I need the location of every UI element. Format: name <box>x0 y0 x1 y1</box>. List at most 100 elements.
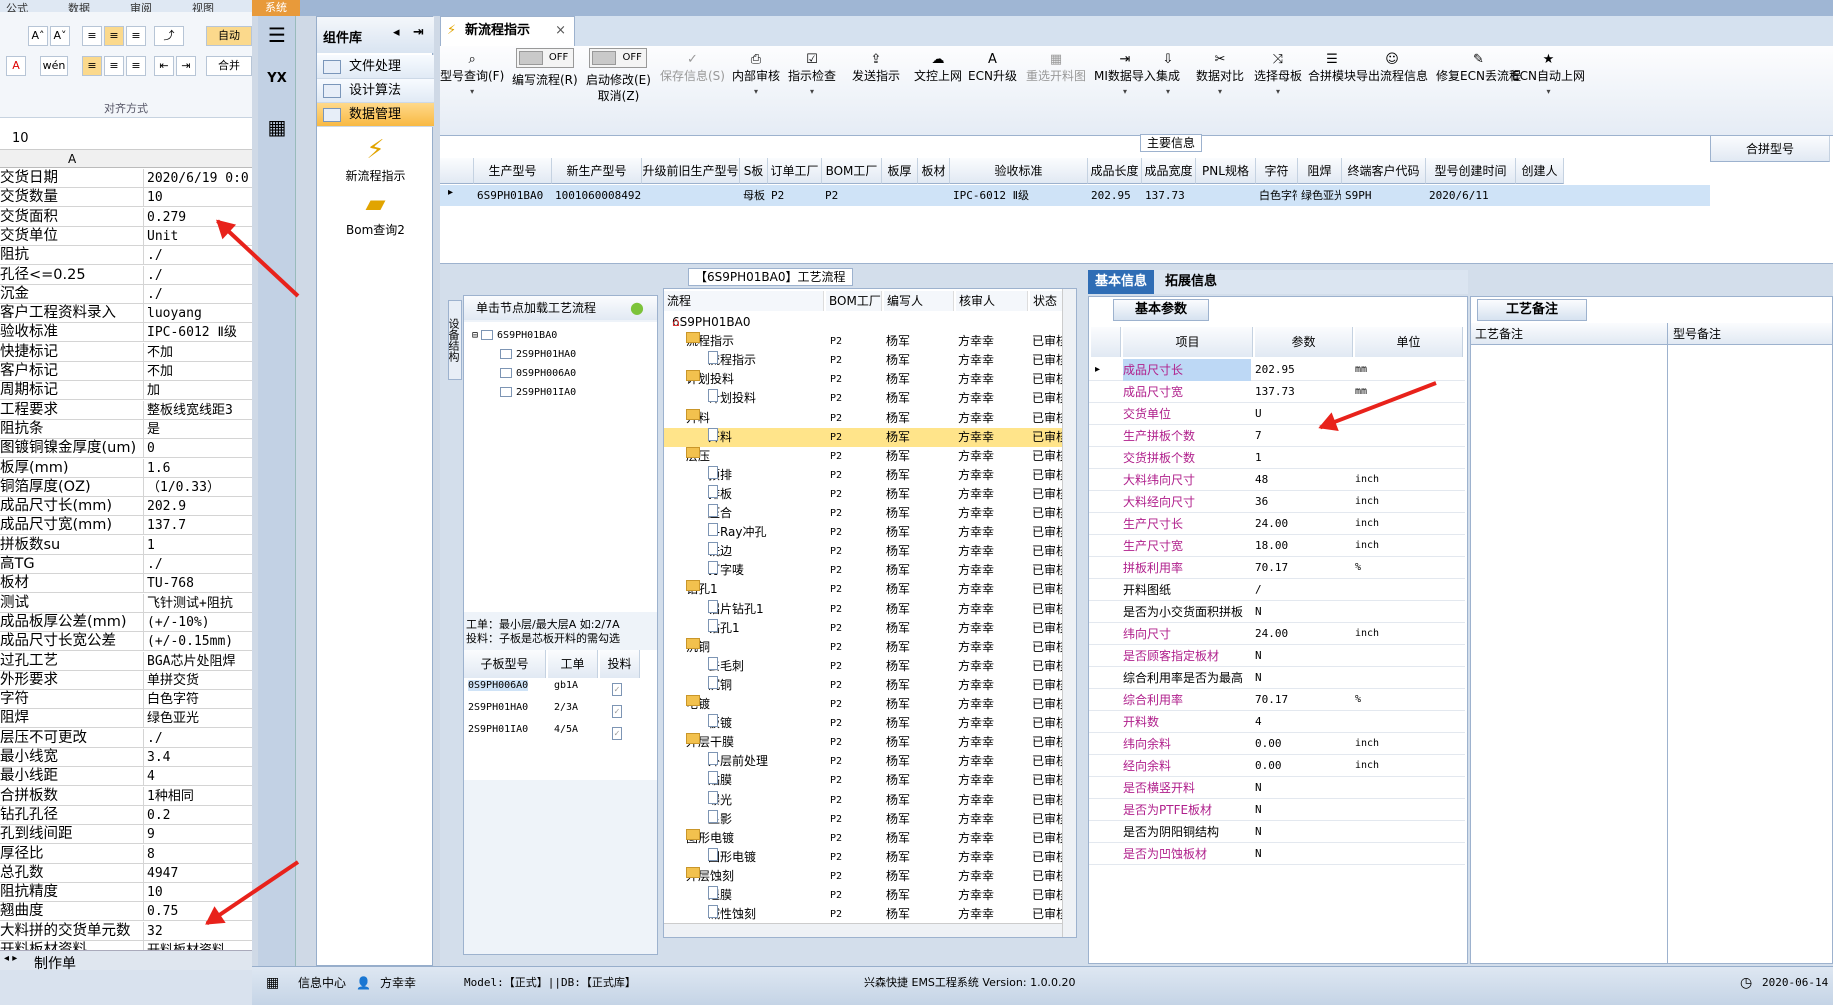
param-value[interactable]: N <box>1255 821 1353 843</box>
table-row[interactable]: 成品尺寸宽(mm) 137.7 <box>0 516 252 536</box>
phonetic-button[interactable]: wén <box>40 56 68 76</box>
param-value[interactable]: 202.95 <box>1255 359 1353 381</box>
param-row[interactable]: 交货单位 U <box>1089 403 1465 425</box>
param-row[interactable]: 开料图纸 / <box>1089 579 1465 601</box>
font-color-button[interactable]: A <box>6 56 26 76</box>
toolbar-button-14[interactable]: ☰ 合拼模块 <box>1308 52 1356 84</box>
table-row[interactable]: 成品尺寸长(mm) 202.9 <box>0 497 252 517</box>
table-row[interactable]: 板厚(mm) 1.6 <box>0 458 252 478</box>
param-value[interactable]: 137.73 <box>1255 381 1353 403</box>
tree-node[interactable]: 2S9PH01IA0 <box>500 387 576 398</box>
table-row[interactable]: 阻抗精度 10 <box>0 883 252 903</box>
param-row[interactable]: 是否为阴阳铜结构 N <box>1089 821 1465 843</box>
toolbar-button-13[interactable]: ⤨ 选择母板 ▾ <box>1254 52 1302 100</box>
table-row[interactable]: 最小线距 4 <box>0 767 252 787</box>
chevron-down-icon[interactable]: ▾ <box>1512 84 1585 100</box>
flow-row[interactable]: 开料 P2 杨军 方幸幸 已审核 <box>664 427 1064 447</box>
align-left-button[interactable]: ≡ <box>82 56 102 76</box>
chevron-down-icon[interactable]: ▾ <box>1094 84 1156 100</box>
param-value[interactable]: 7 <box>1255 425 1353 447</box>
param-row[interactable]: 综合利用率是否为最高 N <box>1089 667 1465 689</box>
bom-query-shortcut[interactable]: ▰ Bom查询2 <box>317 187 434 238</box>
ribbon-tab[interactable]: 公式 <box>6 0 28 12</box>
table-row[interactable]: 阻焊 绿色亚光 <box>0 709 252 729</box>
table-row[interactable]: 总孔数 4947 <box>0 863 252 883</box>
ribbon-tab[interactable]: 视图 <box>192 0 214 12</box>
param-row[interactable]: 生产拼板个数 7 <box>1089 425 1465 447</box>
flow-row[interactable]: 显影 P2 杨军 方幸幸 已审核 <box>664 809 1064 829</box>
param-value[interactable]: 18.00 <box>1255 535 1353 557</box>
sheet-nav-icon[interactable]: ◂ ▸ <box>4 953 17 964</box>
toolbar-button-0[interactable]: ⌕ 型号查询(F) ▾ <box>440 52 504 100</box>
tab-ext-info[interactable]: 拓展信息 <box>1158 270 1224 294</box>
toggle-switch[interactable]: OFF <box>515 48 574 68</box>
table-row[interactable]: 过孔工艺 BGA芯片处阻焊 <box>0 651 252 671</box>
param-row[interactable]: 综合利用率 70.17% <box>1089 689 1465 711</box>
toolbar-button-5[interactable]: ☑ 指示检查 ▾ <box>788 52 836 100</box>
checkbox[interactable] <box>481 330 494 340</box>
calculator-icon[interactable]: ▦ <box>262 112 292 142</box>
flow-row[interactable]: 计划投料 P2 杨军 方幸幸 已审核 <box>664 370 1064 389</box>
flow-row[interactable]: 外层蚀刻 P2 杨军 方幸幸 已审核 <box>664 866 1064 886</box>
checkbox[interactable] <box>500 368 512 378</box>
param-row[interactable]: 经向余料 0.00 inch <box>1089 755 1465 777</box>
flow-row[interactable]: 板镀 P2 杨军 方幸幸 已审核 <box>664 714 1064 733</box>
param-row[interactable]: 是否为凹蚀板材 N <box>1089 843 1465 865</box>
merge-button[interactable]: 合并 <box>206 56 252 76</box>
table-row[interactable]: 周期标记加 <box>0 381 252 401</box>
table-row[interactable]: 交货日期 2020/6/19 0:0 <box>0 169 252 188</box>
flow-grid[interactable]: 流程BOM工厂编写人核审人状态⌂6S9PH01BA0流程指示P2杨军方幸幸已审核… <box>663 288 1077 938</box>
align-top-button[interactable]: ≡ <box>82 26 102 46</box>
toolbar-button-8[interactable]: A ECN升级 <box>968 52 1017 84</box>
flow-row[interactable]: 图形电镀 P2 杨军 方幸幸 已审核 <box>664 828 1064 848</box>
toolbar-button-17[interactable]: ★ ECN自动上网 ▾ <box>1512 52 1585 100</box>
ribbon-tab[interactable]: 审阅 <box>130 0 152 12</box>
toolbar-button-6[interactable]: ⇪ 发送指示 <box>852 52 900 84</box>
tab-new-flow[interactable]: ⚡ 新流程指示 × <box>440 16 575 46</box>
nav-item-data[interactable]: 数据管理 <box>317 103 434 127</box>
flow-row[interactable]: 电镀 P2 杨军 方幸幸 已审核 <box>664 695 1064 714</box>
table-row[interactable]: 板材 TU-768 <box>0 574 252 594</box>
indent-decrease-button[interactable]: ⇤ <box>154 56 174 76</box>
toolbar-button-7[interactable]: ☁ 文控上网 <box>914 52 962 84</box>
flow-row[interactable]: 开料 P2 杨军 方幸幸 已审核 <box>664 408 1064 428</box>
param-value[interactable]: N <box>1255 799 1353 821</box>
close-icon[interactable]: × <box>555 17 566 45</box>
toolbar-button-4[interactable]: ⎙ 内部审核 ▾ <box>732 52 780 100</box>
table-row[interactable]: 高TG ./ <box>0 555 252 574</box>
flow-row[interactable]: 沉铜 P2 杨军 方幸幸 已审核 <box>664 637 1064 657</box>
param-row[interactable]: 是否横竖开料 N <box>1089 777 1465 799</box>
table-row[interactable]: 阻抗 ./ <box>0 246 252 266</box>
flow-row[interactable]: 去毛刺 P2 杨军 方幸幸 已审核 <box>664 656 1064 676</box>
yx-logo-icon[interactable]: YX <box>262 64 292 94</box>
table-row[interactable]: 客户工程资料录入 luoyang <box>0 304 252 324</box>
param-row[interactable]: ▸ 成品尺寸长 202.95 mm <box>1089 359 1465 381</box>
font-shrink-button[interactable]: A˅ <box>50 26 70 46</box>
info-center[interactable]: 信息中心 <box>298 971 346 995</box>
table-row[interactable]: 成品板厚公差(mm) (+/-10%) <box>0 612 252 632</box>
table-row[interactable]: 验收标准 IPC-6012 Ⅱ级 <box>0 323 252 343</box>
param-row[interactable]: 大料纬向尺寸 48 inch <box>1089 469 1465 491</box>
system-tab[interactable]: 系统 <box>252 0 300 16</box>
flow-row[interactable]: 流程指示 P2 杨军 方幸幸 已审核 <box>664 332 1064 351</box>
flow-row[interactable]: 压合 P2 杨军 方幸幸 已审核 <box>664 504 1064 523</box>
ribbon-tab[interactable]: 数据 <box>68 0 90 12</box>
flow-row[interactable]: 流程指示 P2 杨军 方幸幸 已审核 <box>664 351 1064 370</box>
flow-row[interactable]: 打字唛 P2 杨军 方幸幸 已审核 <box>664 561 1064 580</box>
param-value[interactable]: N <box>1255 645 1353 667</box>
wrap-text-button[interactable]: 自动 <box>206 26 252 46</box>
param-row[interactable]: 是否为PTFE板材 N <box>1089 799 1465 821</box>
param-value[interactable]: 1 <box>1255 447 1353 469</box>
pin-icon[interactable]: ⇥ <box>413 25 424 40</box>
scrollbar-vertical[interactable] <box>1062 289 1076 937</box>
table-row[interactable]: 钻孔孔径 0.2 <box>0 805 252 825</box>
param-row[interactable]: 是否顾客指定板材 N <box>1089 645 1465 667</box>
param-value[interactable]: 70.17 <box>1255 557 1353 579</box>
tab-basic-params[interactable]: 基本参数 <box>1113 299 1209 321</box>
chevron-down-icon[interactable]: ▾ <box>732 84 780 100</box>
param-value[interactable]: 36 <box>1255 491 1353 513</box>
table-row[interactable]: 铜箔厚度(OZ) （1/0.33） <box>0 477 252 497</box>
flow-row[interactable]: 曝光 P2 杨军 方幸幸 已审核 <box>664 790 1064 810</box>
table-row[interactable]: 交货数量 10 <box>0 188 252 208</box>
sub-board-grid[interactable]: 子板型号 工单 投料 0S9PH006A0 gb1A ✓ 2S9PH01HA0 2/3A ✓ 2S… <box>464 650 657 780</box>
